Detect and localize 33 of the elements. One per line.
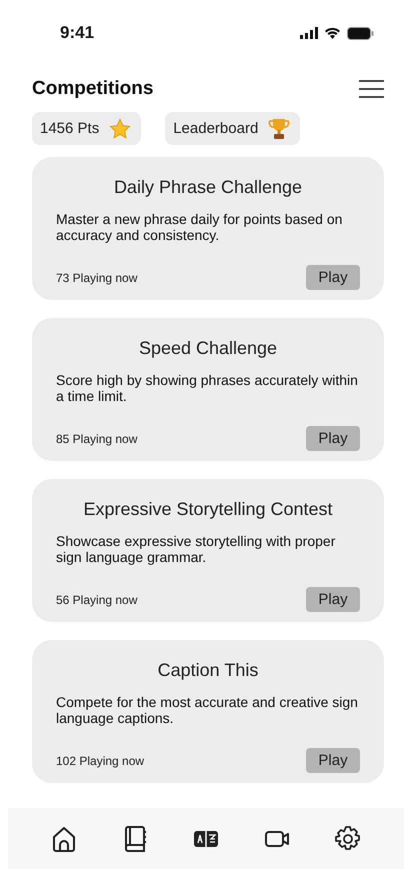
card-description: Showcase expressive storytelling with proper sign language grammar.: [56, 533, 336, 565]
competition-card[interactable]: Daily Phrase Challenge Master a new phrase daily for points based on accuracy and consistency. 73 Playing now Play: [32, 157, 384, 300]
signal-icon: [300, 27, 318, 39]
page-title: Competitions: [32, 78, 154, 100]
settings-icon: [334, 824, 362, 852]
player-count: 56 Playing now: [56, 592, 138, 606]
card-title: Daily Phrase Challenge: [112, 177, 304, 198]
player-count: 85 Playing now: [56, 432, 138, 446]
competition-card[interactable]: Expressive Storytelling Contest Showcase expressive storytelling with proper sign language grammar. 56 Playing now Play: [32, 479, 384, 622]
battery-icon: [347, 26, 374, 40]
menu-icon: [359, 80, 384, 98]
play-button[interactable]: Play: [306, 587, 360, 612]
points-chip[interactable]: 1456 Pts: [32, 112, 142, 145]
leaderboard-button[interactable]: Leaderboard: [165, 112, 300, 145]
card-title: Caption This: [156, 660, 260, 681]
play-button[interactable]: Play: [306, 748, 360, 773]
player-count: 73 Playing now: [56, 270, 138, 284]
card-description: Compete for the most accurate and creative sign language captions.: [56, 694, 359, 726]
star-icon: [109, 118, 132, 140]
menu-button[interactable]: [359, 80, 384, 98]
status-time: 9:41: [60, 23, 94, 43]
wifi-icon: [324, 27, 341, 39]
card-title: Speed Challenge: [138, 338, 278, 359]
card-title: Expressive Storytelling Contest: [82, 499, 334, 520]
play-button[interactable]: Play: [306, 426, 360, 451]
player-count: 102 Playing now: [56, 754, 144, 768]
trophy-icon: [268, 116, 290, 140]
card-description: Master a new phrase daily for points based on accuracy and consistency.: [56, 211, 344, 243]
play-button[interactable]: Play: [306, 265, 360, 290]
competition-card[interactable]: Speed Challenge Score high by showing phrases accurately within a time limit. 85 Playing now Play: [32, 318, 384, 461]
competition-card[interactable]: Caption This Compete for the most accurate and creative sign language captions. 102 Playing now Play: [32, 640, 384, 783]
nav-settings-button[interactable]: [334, 824, 362, 852]
card-description: Score high by showing phrases accurately within a time limit.: [56, 372, 359, 404]
